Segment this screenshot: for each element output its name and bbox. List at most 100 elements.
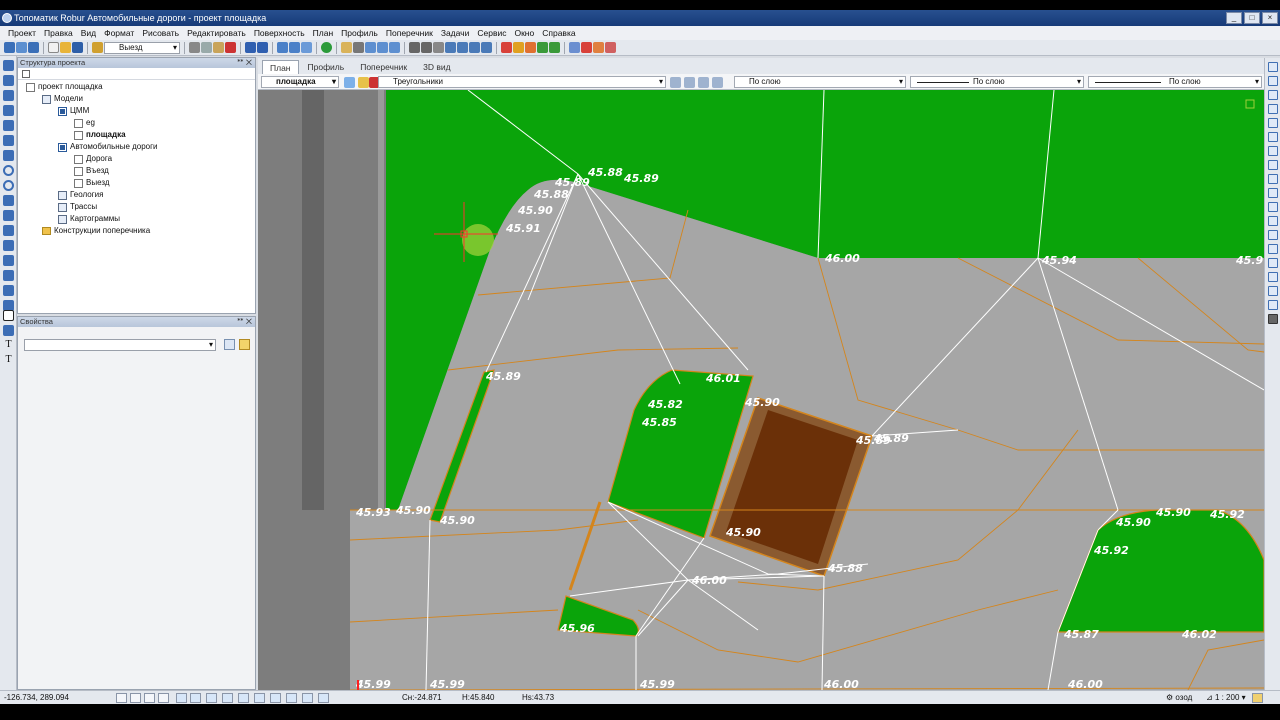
view-tool-icon[interactable]: [1268, 118, 1278, 128]
tree-node-cross-sections[interactable]: Конструкции поперечника: [42, 225, 150, 237]
menu-service[interactable]: Сервис: [473, 26, 510, 40]
polygon-tool-icon[interactable]: [3, 325, 14, 336]
linetype-select[interactable]: По слою: [910, 76, 1084, 88]
view-tool-icon[interactable]: [1268, 202, 1278, 212]
arrow-icon[interactable]: [421, 42, 432, 53]
table-tool-icon[interactable]: [3, 270, 14, 281]
cmm-check-icon[interactable]: [58, 106, 67, 116]
menu-draw[interactable]: Рисовать: [138, 26, 183, 40]
line-tool-icon[interactable]: [3, 60, 14, 71]
track-toggle-icon[interactable]: [190, 693, 201, 703]
ellipse-tool-icon[interactable]: [3, 195, 14, 206]
brush-icon[interactable]: [16, 42, 27, 53]
layers-icon[interactable]: [92, 42, 103, 53]
view-tool-icon[interactable]: [1268, 132, 1278, 142]
region-tool-icon[interactable]: [3, 255, 14, 266]
measure-icon[interactable]: [409, 42, 420, 53]
menu-surface[interactable]: Поверхность: [250, 26, 309, 40]
square-tool-icon[interactable]: [3, 310, 14, 321]
properties-object-select[interactable]: [24, 339, 216, 351]
tree-node-road[interactable]: Дорога: [74, 153, 112, 165]
tree-node-entry[interactable]: Въезд: [74, 165, 109, 177]
maximize-button[interactable]: □: [1244, 12, 1260, 24]
scale-selector[interactable]: ⊿ 1 : 200 ▾: [1206, 691, 1246, 704]
tree-node-cmm[interactable]: ЦММ: [58, 105, 89, 117]
view-tool-icon[interactable]: [1268, 62, 1278, 72]
mirror-icon[interactable]: [481, 42, 492, 53]
circle-tool-icon[interactable]: [3, 165, 14, 176]
ortho-icon[interactable]: [389, 42, 400, 53]
view-tool-icon[interactable]: [1268, 160, 1278, 170]
save-icon[interactable]: [72, 42, 83, 53]
point-icon[interactable]: [537, 42, 548, 53]
plan-drawing[interactable]: 45.89 45.88 45.89 45.88 45.90 45.91 46.0…: [258, 90, 1264, 690]
dyn-toggle-icon[interactable]: [206, 693, 217, 703]
filter-icon[interactable]: [239, 339, 250, 350]
star-tool-icon[interactable]: [3, 120, 14, 131]
lock-icon[interactable]: [358, 77, 369, 88]
ring-tool-icon[interactable]: [3, 180, 14, 191]
view-tool-icon[interactable]: [1268, 104, 1278, 114]
tag-icon[interactable]: [513, 42, 524, 53]
lineweight-select[interactable]: По слою: [1088, 76, 1262, 88]
view-tool-icon[interactable]: [1268, 300, 1278, 310]
lock-status-icon[interactable]: [1252, 693, 1263, 703]
spline-tool-icon[interactable]: [3, 90, 14, 101]
menu-project[interactable]: Проект: [4, 26, 40, 40]
tab-cross-section[interactable]: Поперечник: [353, 60, 414, 74]
menu-window[interactable]: Окно: [510, 26, 538, 40]
menu-tasks[interactable]: Задачи: [437, 26, 474, 40]
view-option-icon[interactable]: [670, 77, 681, 88]
ortho-toggle-icon[interactable]: [144, 693, 155, 703]
model-toggle-icon[interactable]: [238, 693, 249, 703]
lwt-toggle-icon[interactable]: [222, 693, 233, 703]
view-tool-icon[interactable]: [1268, 244, 1278, 254]
properties-grid-icon[interactable]: [224, 339, 235, 350]
tree-node-routes[interactable]: Трассы: [58, 201, 97, 213]
view-tool-icon[interactable]: [1268, 314, 1278, 324]
style-icon[interactable]: [593, 42, 604, 53]
layer-select[interactable]: Выезд: [104, 41, 180, 54]
tree-node-cartograms[interactable]: Картограммы: [58, 213, 120, 225]
tree-node-models[interactable]: Модели: [42, 93, 83, 105]
flag-icon[interactable]: [525, 42, 536, 53]
table-icon[interactable]: [341, 42, 352, 53]
minimize-button[interactable]: _: [1226, 12, 1242, 24]
zoom-window-icon[interactable]: [277, 42, 288, 53]
snap-perp-icon[interactable]: [318, 693, 329, 703]
menu-view[interactable]: Вид: [77, 26, 100, 40]
pan-icon[interactable]: [301, 42, 312, 53]
snap-end-icon[interactable]: [254, 693, 265, 703]
multiline-text-tool-icon[interactable]: T: [3, 355, 14, 366]
move-icon[interactable]: [445, 42, 456, 53]
copy-icon[interactable]: [201, 42, 212, 53]
hatch-tool-icon[interactable]: [3, 225, 14, 236]
tab-plan[interactable]: План: [262, 60, 299, 74]
view-option-icon[interactable]: [684, 77, 695, 88]
text-tool-icon[interactable]: T: [3, 340, 14, 351]
roads-check-icon[interactable]: [58, 142, 67, 152]
marker-icon[interactable]: [501, 42, 512, 53]
tree-node-project[interactable]: проект площадка: [26, 81, 103, 93]
view-tool-icon[interactable]: [1268, 76, 1278, 86]
delete-icon[interactable]: [225, 42, 236, 53]
menu-profile[interactable]: Профиль: [337, 26, 382, 40]
surface-select[interactable]: площадка: [261, 76, 339, 88]
pin-icon[interactable]: ᕯ: [237, 58, 244, 67]
palette-icon[interactable]: [581, 42, 592, 53]
open-folder-icon[interactable]: [60, 42, 71, 53]
curve-tool-icon[interactable]: [3, 150, 14, 161]
snap-node-icon[interactable]: [302, 693, 313, 703]
view-tool-icon[interactable]: [1268, 146, 1278, 156]
tab-profile[interactable]: Профиль: [301, 60, 352, 74]
view-tool-icon[interactable]: [1268, 188, 1278, 198]
menu-cross-section[interactable]: Поперечник: [382, 26, 437, 40]
tree-node-geology[interactable]: Геология: [58, 189, 103, 201]
view-tool-icon[interactable]: [1268, 258, 1278, 268]
snap-toggle-icon[interactable]: [130, 693, 141, 703]
symbol-tool-icon[interactable]: [3, 240, 14, 251]
rotate-icon[interactable]: [457, 42, 468, 53]
eraser-icon[interactable]: [28, 42, 39, 53]
tree-node-roads[interactable]: Автомобильные дороги: [58, 141, 158, 153]
settings-icon[interactable]: [605, 42, 616, 53]
